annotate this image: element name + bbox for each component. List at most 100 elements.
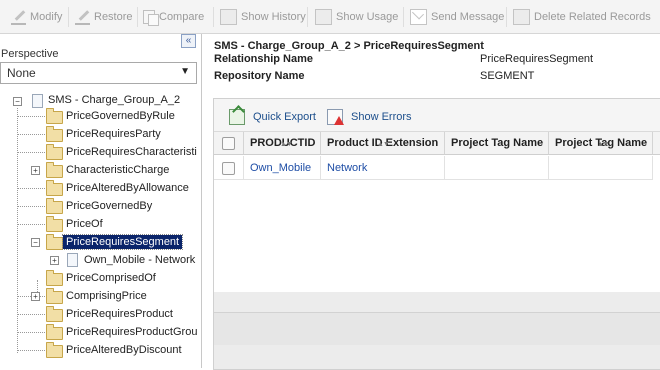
tree-node[interactable]: PriceRequiresProductGrou xyxy=(66,325,197,339)
modify-label: Modify xyxy=(30,11,63,23)
tree-node[interactable]: PriceComprisedOf xyxy=(66,271,156,285)
grid-toolbar: Quick Export Show Errors xyxy=(214,99,660,132)
document-icon xyxy=(32,94,43,108)
toolbar-divider xyxy=(506,7,507,27)
collapse-panel-button[interactable]: « xyxy=(181,34,196,48)
sort-icon: ▲▼ xyxy=(597,141,610,148)
show-history-label: Show History xyxy=(241,11,306,23)
column-header-project-tag-name-2[interactable]: ▲▼ Project Tag Name xyxy=(549,132,653,155)
restore-label: Restore xyxy=(94,11,133,23)
warning-icon xyxy=(327,109,344,125)
compare-icon xyxy=(143,10,159,26)
show-errors-button[interactable]: Show Errors xyxy=(327,109,412,125)
grid-table: ▲▼ PRODUCTID ▲▼ Product ID Extension Pro… xyxy=(214,132,660,292)
toolbar-divider xyxy=(213,7,214,27)
folder-icon xyxy=(46,306,63,322)
export-icon xyxy=(229,109,245,125)
perspective-select[interactable]: None ▼ xyxy=(0,62,197,84)
toolbar-divider xyxy=(307,7,308,27)
sort-icon: ▲▼ xyxy=(280,141,293,148)
tree-connector xyxy=(18,314,45,315)
table-row-select-cell xyxy=(214,156,244,180)
tree-node[interactable]: PriceAlteredByDiscount xyxy=(66,343,182,357)
folder-icon xyxy=(46,216,63,232)
tree-node[interactable]: ComprisingPrice xyxy=(66,289,147,303)
tree-connector xyxy=(18,206,45,207)
history-icon xyxy=(220,9,237,25)
pencil-icon xyxy=(11,9,26,25)
toolbar-divider xyxy=(137,7,138,27)
collapse-node-toggle[interactable]: − xyxy=(31,238,40,247)
detail-panel: SMS - Charge_Group_A_2 > PriceRequiresSe… xyxy=(205,34,660,370)
column-header-product-id-extension[interactable]: ▲▼ Product ID Extension xyxy=(321,132,445,155)
folder-icon xyxy=(46,144,63,160)
perspective-label: Perspective xyxy=(1,48,59,60)
delete-records-icon xyxy=(513,9,530,25)
folder-icon xyxy=(46,342,63,358)
folder-icon xyxy=(46,180,63,196)
tree-node[interactable]: PriceRequiresCharacteristi xyxy=(66,145,197,159)
navigation-panel: « Perspective None ▼ − SMS - Charge_Grou… xyxy=(0,34,202,368)
delete-related-label: Delete Related Records xyxy=(534,11,651,23)
show-usage-button[interactable]: Show Usage xyxy=(315,9,398,25)
compare-label: Compare xyxy=(159,11,205,23)
records-grid: Quick Export Show Errors ▲▼ PRODUCTID ▲▼… xyxy=(213,98,660,370)
tree-node[interactable]: PriceRequiresParty xyxy=(66,127,161,141)
envelope-icon xyxy=(410,9,427,25)
tree-connector xyxy=(18,350,45,351)
collapse-root-toggle[interactable]: − xyxy=(13,97,22,106)
table-cell-project-tag-2 xyxy=(549,156,653,180)
quick-export-label: Quick Export xyxy=(253,111,316,123)
column-header-label: Project Tag Name xyxy=(451,137,544,149)
tree-connector xyxy=(18,188,45,189)
restore-button[interactable]: Restore xyxy=(75,9,133,25)
folder-icon xyxy=(46,198,63,214)
send-message-label: Send Message xyxy=(431,11,505,23)
expand-node-toggle[interactable]: + xyxy=(31,292,40,301)
select-all-checkbox[interactable] xyxy=(222,137,235,150)
tree-node[interactable]: PriceRequiresProduct xyxy=(66,307,173,321)
compare-button[interactable]: Compare xyxy=(143,9,205,26)
folder-icon xyxy=(46,126,63,142)
open-folder-icon xyxy=(46,234,63,250)
show-errors-label: Show Errors xyxy=(351,111,412,123)
folder-icon xyxy=(46,162,63,178)
send-message-button[interactable]: Send Message xyxy=(410,9,504,25)
table-cell-extension[interactable]: Network xyxy=(321,156,445,180)
tree-root-label[interactable]: SMS - Charge_Group_A_2 xyxy=(48,93,180,107)
tree-connector xyxy=(18,134,45,135)
tree-node[interactable]: Own_Mobile - Network xyxy=(84,253,195,267)
show-history-button[interactable]: Show History xyxy=(220,9,306,25)
relationship-name-value: PriceRequiresSegment xyxy=(480,53,594,65)
expand-node-toggle[interactable]: + xyxy=(50,256,59,265)
column-header-productid[interactable]: ▲▼ PRODUCTID xyxy=(244,132,321,155)
repository-name-label: Repository Name xyxy=(214,70,305,82)
tree-node[interactable]: PriceGovernedByRule xyxy=(66,109,175,123)
table-cell-project-tag xyxy=(445,156,549,180)
folder-icon xyxy=(46,324,63,340)
table-cell-productid[interactable]: Own_Mobile xyxy=(244,156,321,180)
expand-node-toggle[interactable]: + xyxy=(31,166,40,175)
tree-node[interactable]: PriceOf xyxy=(66,217,103,231)
tree-node-selected[interactable]: PriceRequiresSegment xyxy=(61,234,184,250)
tree-node[interactable]: CharacteristicCharge xyxy=(66,163,169,177)
toolbar-divider xyxy=(68,7,69,27)
delete-related-records-button[interactable]: Delete Related Records xyxy=(513,9,651,25)
perspective-value: None xyxy=(7,66,36,80)
grid-footer xyxy=(214,312,660,345)
relationship-name-label: Relationship Name xyxy=(214,53,314,65)
folder-icon xyxy=(46,108,63,124)
tree-connector xyxy=(17,108,18,353)
row-checkbox[interactable] xyxy=(222,162,235,175)
select-all-header xyxy=(214,132,244,155)
detail-title: SMS - Charge_Group_A_2 > PriceRequiresSe… xyxy=(214,40,484,52)
tree-node[interactable]: PriceGovernedBy xyxy=(66,199,152,213)
column-header-project-tag-name[interactable]: Project Tag Name xyxy=(445,132,549,155)
folder-icon xyxy=(46,288,63,304)
pencil-icon xyxy=(75,9,90,25)
modify-button[interactable]: Modify xyxy=(11,9,62,25)
relationship-tree: − SMS - Charge_Group_A_2 PriceGovernedBy… xyxy=(0,90,201,368)
quick-export-button[interactable]: Quick Export xyxy=(229,109,316,125)
tree-node[interactable]: PriceAlteredByAllowance xyxy=(66,181,189,195)
tree-connector xyxy=(18,116,45,117)
